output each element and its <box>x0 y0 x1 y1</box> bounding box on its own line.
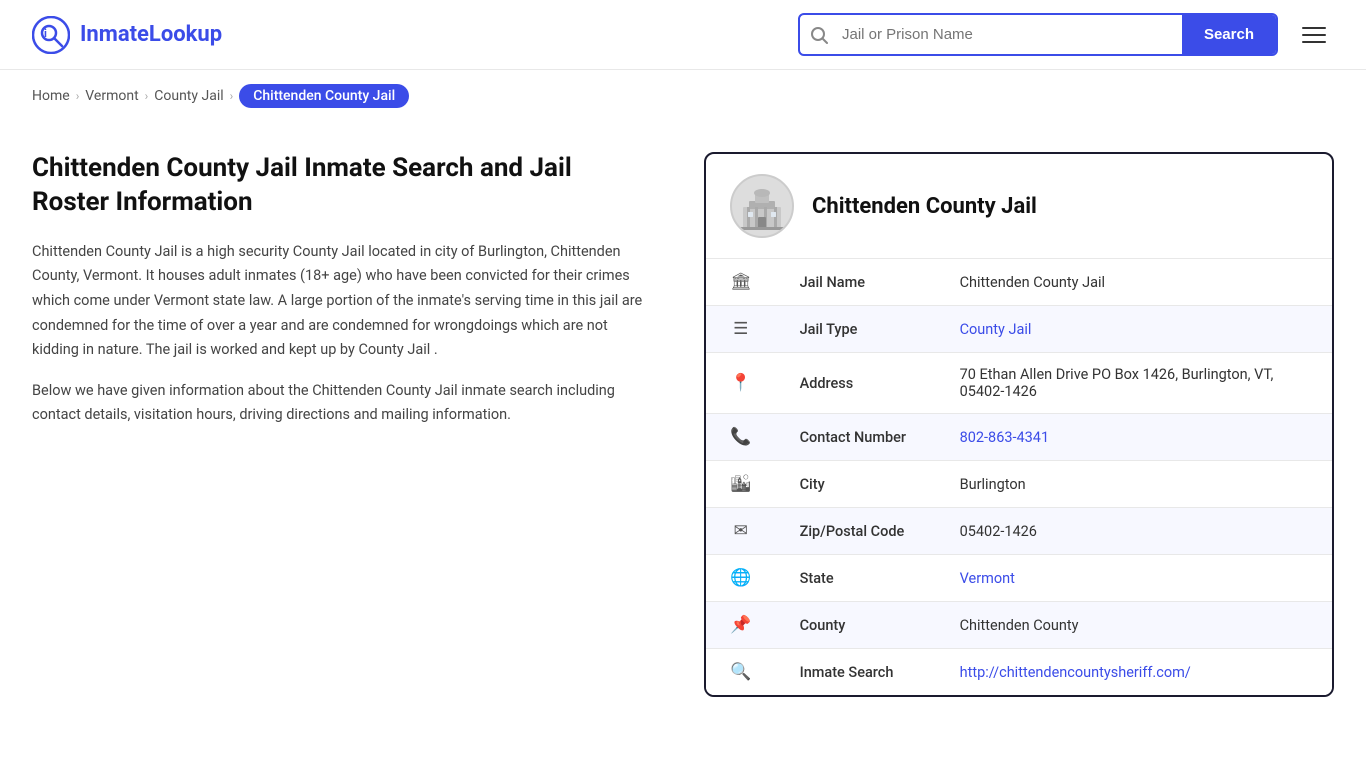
row-link[interactable]: Vermont <box>960 570 1015 587</box>
info-table: 🏛Jail NameChittenden County Jail☰Jail Ty… <box>706 259 1332 695</box>
row-value: 70 Ethan Allen Drive PO Box 1426, Burlin… <box>936 353 1332 414</box>
breadcrumb-active: Chittenden County Jail <box>239 84 409 108</box>
search-bar: Search <box>798 13 1278 56</box>
row-icon: 🔍 <box>706 649 776 696</box>
table-row: 📌CountyChittenden County <box>706 602 1332 649</box>
facility-avatar <box>730 174 794 238</box>
row-icon: 🏛 <box>706 259 776 306</box>
table-row: 📍Address70 Ethan Allen Drive PO Box 1426… <box>706 353 1332 414</box>
table-row: 🔍Inmate Search http://chittendencountyshe… <box>706 649 1332 696</box>
card-title: Chittenden County Jail <box>812 194 1037 219</box>
row-icon: 📌 <box>706 602 776 649</box>
row-link[interactable]: http://chittendencountysheriff.com/ <box>960 664 1191 681</box>
row-label: Contact Number <box>776 414 936 461</box>
header-right: Search <box>798 13 1334 56</box>
row-icon: ☰ <box>706 306 776 353</box>
breadcrumb-home[interactable]: Home <box>32 88 70 104</box>
row-icon: 🌐 <box>706 555 776 602</box>
row-icon: 🏙 <box>706 461 776 508</box>
left-panel: Chittenden County Jail Inmate Search and… <box>32 152 672 697</box>
menu-icon[interactable] <box>1294 19 1334 51</box>
table-row: 📞Contact Number 802-863-4341 <box>706 414 1332 461</box>
card-header: Chittenden County Jail <box>706 154 1332 259</box>
search-icon <box>800 26 838 44</box>
header: i InmateLookup Search <box>0 0 1366 70</box>
info-card: Chittenden County Jail 🏛Jail NameChitten… <box>704 152 1334 697</box>
row-label: Zip/Postal Code <box>776 508 936 555</box>
facility-building-icon <box>735 179 789 233</box>
row-icon: 📞 <box>706 414 776 461</box>
logo-text-end: Lookup <box>149 22 222 47</box>
row-label: Inmate Search <box>776 649 936 696</box>
row-label: State <box>776 555 936 602</box>
row-label: Address <box>776 353 936 414</box>
svg-text:i: i <box>44 27 47 40</box>
row-link[interactable]: 802-863-4341 <box>960 429 1050 446</box>
row-value[interactable]: http://chittendencountysheriff.com/ <box>936 649 1332 696</box>
row-icon: 📍 <box>706 353 776 414</box>
table-row: 🏙CityBurlington <box>706 461 1332 508</box>
breadcrumb-chevron-3: › <box>230 89 234 103</box>
breadcrumb-county-jail[interactable]: County Jail <box>154 88 223 104</box>
logo-icon: i <box>32 16 70 54</box>
table-row: 🌐State Vermont <box>706 555 1332 602</box>
main-content: Chittenden County Jail Inmate Search and… <box>0 122 1366 737</box>
row-value[interactable]: 802-863-4341 <box>936 414 1332 461</box>
row-label: Jail Name <box>776 259 936 306</box>
row-label: Jail Type <box>776 306 936 353</box>
logo-text-start: Inmate <box>80 22 149 47</box>
table-row: ☰Jail Type County Jail <box>706 306 1332 353</box>
logo-text: InmateLookup <box>80 22 222 47</box>
breadcrumb: Home › Vermont › County Jail › Chittende… <box>0 70 1366 122</box>
description-paragraph-1: Chittenden County Jail is a high securit… <box>32 240 652 363</box>
page-heading: Chittenden County Jail Inmate Search and… <box>32 152 652 220</box>
row-link[interactable]: County Jail <box>960 321 1032 338</box>
breadcrumb-chevron-2: › <box>145 89 149 103</box>
row-value[interactable]: County Jail <box>936 306 1332 353</box>
row-label: City <box>776 461 936 508</box>
row-value: Chittenden County <box>936 602 1332 649</box>
logo[interactable]: i InmateLookup <box>32 16 222 54</box>
row-value[interactable]: Vermont <box>936 555 1332 602</box>
breadcrumb-chevron-1: › <box>76 89 80 103</box>
search-input[interactable] <box>838 16 1182 53</box>
search-button[interactable]: Search <box>1182 15 1276 54</box>
row-value: Chittenden County Jail <box>936 259 1332 306</box>
description-paragraph-2: Below we have given information about th… <box>32 379 652 428</box>
row-value: Burlington <box>936 461 1332 508</box>
table-row: ✉Zip/Postal Code05402-1426 <box>706 508 1332 555</box>
row-icon: ✉ <box>706 508 776 555</box>
row-label: County <box>776 602 936 649</box>
table-row: 🏛Jail NameChittenden County Jail <box>706 259 1332 306</box>
breadcrumb-vermont[interactable]: Vermont <box>85 88 138 104</box>
row-value: 05402-1426 <box>936 508 1332 555</box>
